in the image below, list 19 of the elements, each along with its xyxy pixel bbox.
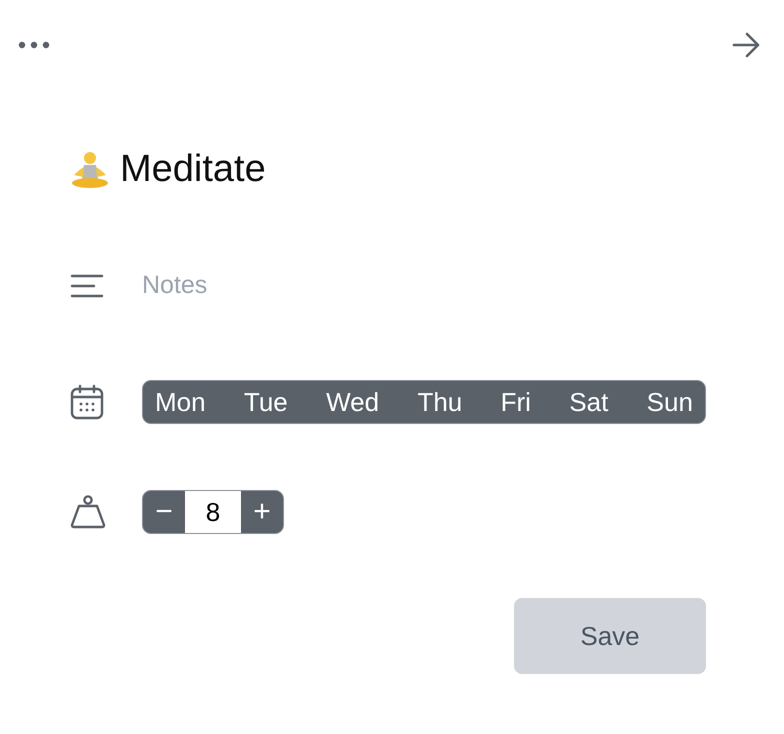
- weekday-toggle[interactable]: Tue: [242, 386, 290, 418]
- save-button[interactable]: Save: [514, 598, 706, 674]
- arrow-right-icon[interactable]: [732, 32, 760, 58]
- decrement-button[interactable]: −: [143, 491, 185, 533]
- weekday-toggle[interactable]: Fri: [498, 386, 533, 418]
- count-field[interactable]: 8: [185, 491, 241, 533]
- weekday-toggle[interactable]: Sat: [567, 386, 610, 418]
- notes-icon: [70, 274, 104, 298]
- task-title: Meditate: [120, 148, 266, 191]
- weekday-toggle[interactable]: Thu: [415, 386, 464, 418]
- more-icon[interactable]: [18, 41, 50, 49]
- increment-button[interactable]: +: [241, 491, 283, 533]
- weekday-toggle[interactable]: Wed: [324, 386, 382, 418]
- notes-field[interactable]: Notes: [142, 271, 442, 300]
- meditating-figure-icon: [70, 150, 110, 188]
- weight-icon: [70, 495, 106, 529]
- weekday-toggle[interactable]: Mon: [153, 386, 208, 418]
- weekday-toggle[interactable]: Sun: [644, 386, 695, 418]
- calendar-icon: [70, 384, 104, 420]
